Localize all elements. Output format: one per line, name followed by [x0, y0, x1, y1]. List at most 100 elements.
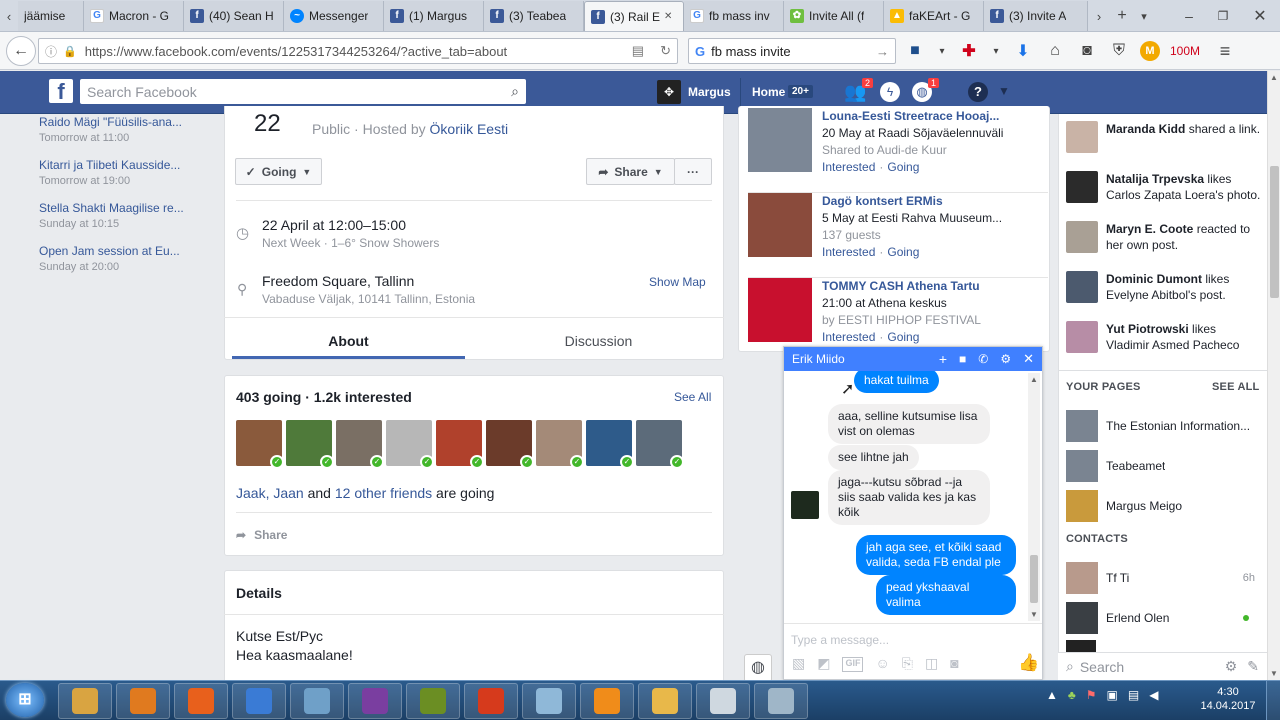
contact-name[interactable]: Tf Ti [1106, 571, 1235, 585]
suggested-event-title[interactable]: TOMMY CASH Athena Tartu [822, 278, 981, 295]
ticker-name[interactable]: Dominic Dumont [1106, 272, 1202, 286]
share-button[interactable]: ➦ Share ▼ [586, 158, 675, 185]
addon-dropdown-icon[interactable]: ▾ [990, 37, 1002, 65]
chat-contact-name[interactable]: Erik Miido [792, 352, 927, 366]
browser-tab[interactable]: Gfb mass inv [684, 1, 784, 31]
scroll-up-icon[interactable]: ▲ [1270, 73, 1278, 82]
browser-tab[interactable]: G Macron - G [84, 1, 184, 31]
ticker-avatar[interactable] [1066, 221, 1098, 253]
ticker-story[interactable]: Maryn E. Coote reacted to her own post. [1066, 221, 1261, 271]
ticker-avatar[interactable] [1066, 321, 1098, 353]
attendee-avatar[interactable]: ✓ [336, 420, 384, 469]
tab-about[interactable]: About [232, 333, 465, 349]
tray-app-icon[interactable]: ♣ [1068, 688, 1076, 702]
page-item[interactable]: Teabeamet [1066, 446, 1261, 486]
attendee-avatar[interactable]: ✓ [286, 420, 334, 469]
chat-scrollbar-thumb[interactable] [1030, 555, 1038, 603]
scroll-down-icon[interactable]: ▼ [1030, 610, 1038, 619]
taskbar-app-button[interactable] [696, 683, 750, 719]
taskbar-app-button[interactable] [638, 683, 692, 719]
search-go-arrow-icon[interactable]: → [876, 44, 889, 59]
scroll-up-icon[interactable]: ▲ [1030, 375, 1038, 384]
clock[interactable]: 4:30 14.04.2017 [1196, 686, 1260, 712]
show-desktop-button[interactable] [1266, 681, 1280, 720]
account-dropdown-icon[interactable]: ▼ [998, 84, 1010, 98]
share-action[interactable]: ➦ Share [236, 528, 287, 542]
suggested-event-title[interactable]: Dagö kontsert ERMis [822, 193, 1002, 210]
new-message-icon[interactable]: ✎ [1247, 658, 1259, 675]
going-button[interactable]: ✓ Going ▼ [235, 158, 322, 185]
thumbs-up-icon[interactable]: 👍 [1018, 653, 1039, 673]
gear-icon[interactable]: ⚙ [1000, 352, 1011, 366]
going-link[interactable]: Going [887, 245, 919, 259]
attachment-icon[interactable]: ⎘ [902, 655, 913, 672]
m-addon-icon[interactable]: M [1140, 41, 1160, 61]
contact-avatar-partial[interactable] [1066, 640, 1096, 652]
ticker-name[interactable]: Maryn E. Coote [1106, 222, 1193, 236]
chat-contact-avatar[interactable] [791, 491, 819, 519]
event-host-link[interactable]: Ökoriik Eesti [430, 121, 509, 137]
url-text[interactable]: https://www.facebook.com/events/12253173… [85, 44, 626, 59]
ticker-story[interactable]: Maranda Kidd shared a link. [1066, 121, 1261, 171]
help-question-icon[interactable]: ? [968, 82, 988, 102]
tabs-scroll-right-icon[interactable]: › [1088, 1, 1110, 31]
url-bar[interactable]: ⓘ 🔒 https://www.facebook.com/events/1225… [38, 38, 678, 64]
contact-item[interactable]: Erlend Olen [1066, 598, 1261, 638]
page-name[interactable]: Teabeamet [1106, 459, 1165, 473]
chat-scrollbar[interactable]: ▲ ▼ [1028, 373, 1040, 621]
browser-tab[interactable]: ✿ Invite All (f [784, 1, 884, 31]
messenger-icon[interactable]: ϟ [880, 82, 900, 102]
save-dropdown-icon[interactable]: ▾ [936, 37, 948, 65]
attendee-avatar[interactable]: ✓ [636, 420, 684, 469]
browser-tab[interactable]: f (40) Sean H [184, 1, 284, 31]
see-all-guests-link[interactable]: See All [674, 390, 711, 404]
facebook-search-input[interactable]: Search Facebook ⌕ [80, 79, 526, 104]
suggested-event-image[interactable] [748, 193, 812, 257]
taskbar-app-button[interactable] [116, 683, 170, 719]
attendee-avatar[interactable]: ✓ [536, 420, 584, 469]
reader-view-icon[interactable]: ▤ [632, 43, 644, 59]
page-scrollbar-thumb[interactable] [1270, 166, 1279, 298]
minimize-window-icon[interactable]: – [1172, 1, 1206, 31]
back-arrow-icon[interactable]: ← [6, 36, 36, 66]
ticker-story[interactable]: Yut Piotrowski likes Vladimir Asmed Pach… [1066, 321, 1261, 371]
page-name[interactable]: The Estonian Information... [1106, 419, 1250, 433]
taskbar-app-button[interactable] [580, 683, 634, 719]
game-icon[interactable]: ◫ [925, 655, 938, 672]
info-icon[interactable]: ⓘ [45, 43, 57, 60]
gif-icon[interactable]: GIF [842, 657, 864, 672]
attendee-avatar[interactable]: ✓ [486, 420, 534, 469]
shield-icon[interactable]: ⛨ [1108, 37, 1130, 65]
photo-icon[interactable]: ▧ [792, 655, 805, 672]
your-pages-see-all[interactable]: SEE ALL [1212, 381, 1259, 393]
phone-call-icon[interactable]: ✆ [978, 352, 988, 366]
taskbar-app-button[interactable] [464, 683, 518, 719]
upcoming-event-title[interactable]: Raido Mägi "Füüsilis-ana... [39, 115, 219, 129]
new-tab-icon[interactable]: + [1110, 1, 1134, 31]
browser-search-value[interactable]: fb mass invite [711, 44, 876, 59]
attendee-avatar[interactable]: ✓ [386, 420, 434, 469]
scroll-down-icon[interactable]: ▼ [1270, 669, 1278, 678]
close-tab-icon[interactable]: ✕ [664, 11, 672, 22]
ticker-story[interactable]: Natalija Trpevska likes Carlos Zapata Lo… [1066, 171, 1261, 221]
browser-tab[interactable]: jäämise [18, 1, 84, 31]
browser-tab[interactable]: f (3) Rail E ✕ [584, 1, 684, 31]
close-icon[interactable]: ✕ [1023, 351, 1034, 367]
browser-search-box[interactable]: G fb mass invite → [688, 38, 896, 64]
taskbar-app-button[interactable] [348, 683, 402, 719]
gear-icon[interactable]: ⚙ [1225, 658, 1238, 675]
taskbar-app-button[interactable] [58, 683, 112, 719]
interested-link[interactable]: Interested [822, 330, 875, 344]
interested-link[interactable]: Interested [822, 160, 875, 174]
ticker-name[interactable]: Maranda Kidd [1106, 122, 1185, 136]
profile-avatar[interactable]: ✥ [657, 80, 681, 104]
download-arrow-icon[interactable]: ⬇ [1012, 37, 1034, 65]
taskbar-app-button[interactable] [754, 683, 808, 719]
emoji-icon[interactable]: ☺ [875, 655, 889, 672]
going-link[interactable]: Going [887, 160, 919, 174]
home-icon[interactable]: ⌂ [1044, 37, 1066, 65]
upcoming-event-title[interactable]: Kitarri ja Tiibeti Kausside... [39, 158, 219, 172]
taskbar-app-button[interactable] [522, 683, 576, 719]
upcoming-event-title[interactable]: Stella Shakti Maagilise re... [39, 201, 219, 215]
browser-tab[interactable]: ▲ faKEArt - G [884, 1, 984, 31]
